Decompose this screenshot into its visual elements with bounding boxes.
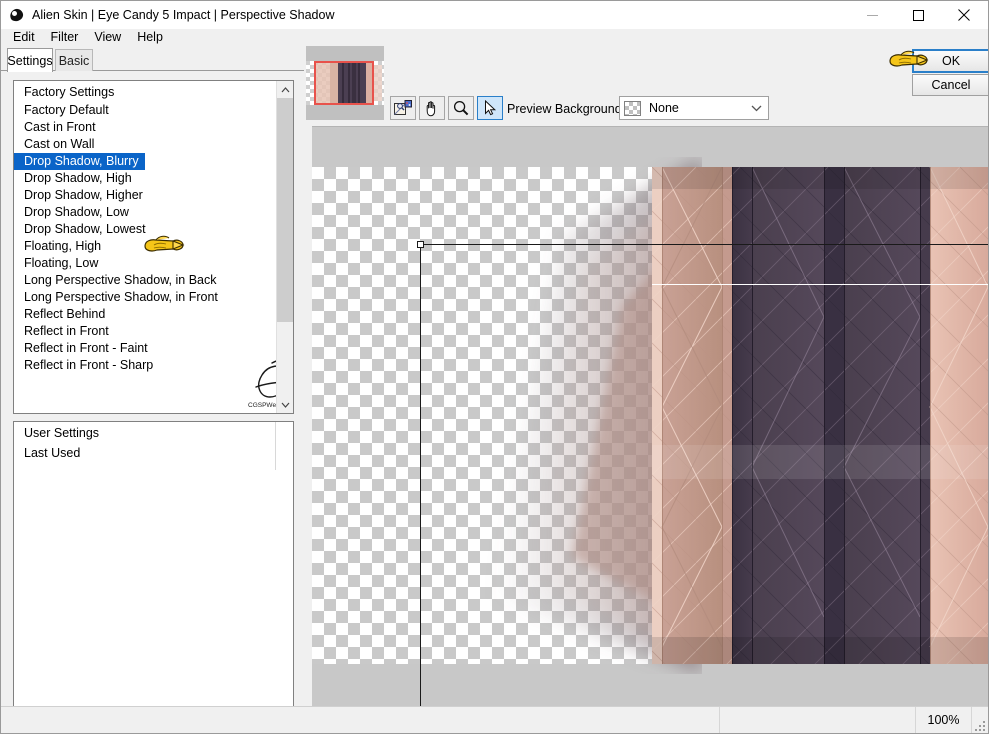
close-button[interactable] [941,1,987,29]
list-item[interactable]: Last Used [14,443,293,463]
alien-skin-logo-icon [8,7,25,23]
list-item[interactable]: Reflect Behind [14,306,276,323]
list-item-label: Cast in Front [24,120,96,134]
scrollbar-thumb[interactable] [277,98,293,322]
preview-background-value: None [649,101,679,115]
maximize-button[interactable] [895,1,941,29]
zoom-tool-icon[interactable] [448,96,474,120]
list-item-label: Reflect Behind [24,307,106,321]
list-item[interactable]: Drop Shadow, Lowest [14,221,276,238]
list-item[interactable]: Long Perspective Shadow, in Back [14,272,276,289]
preview-background-label: Preview Background: [507,102,626,116]
tab-basic[interactable]: Basic [55,49,93,71]
list-item[interactable]: Floating, High [14,238,276,255]
factory-settings-group-header: Factory Settings [24,85,115,99]
status-bar: 100% [1,706,988,733]
shadow-transform-bounding-box[interactable] [417,241,988,706]
user-settings-group-header: User Settings [24,426,100,440]
menu-bar: Edit Filter View Help [1,29,988,46]
hand-tool-icon[interactable] [419,96,445,120]
list-item[interactable]: Drop Shadow, Higher [14,187,276,204]
close-icon [958,9,970,21]
list-item-label: Drop Shadow, Higher [24,188,143,202]
list-item-label: Reflect in Front - Sharp [24,358,154,372]
list-item-label: Long Perspective Shadow, in Front [24,290,218,304]
user-settings-divider [275,422,276,470]
list-item[interactable]: Reflect in Front - Sharp [14,357,276,374]
maximize-icon [912,9,924,21]
list-item-selected[interactable]: Drop Shadow, Blurry [14,153,276,170]
list-item-label: Drop Shadow, Low [24,205,129,219]
list-item[interactable]: Floating, Low [14,255,276,272]
list-item[interactable]: Drop Shadow, High [14,170,276,187]
list-item[interactable]: Reflect in Front [14,323,276,340]
compare-preview-icon[interactable] [390,96,416,120]
tab-strip: Basic Settings [1,46,304,72]
preview-toolbar: Preview Background: None OK Cancel [304,46,988,126]
arrow-tool-icon[interactable] [477,96,503,120]
list-item-label: Long Perspective Shadow, in Back [24,273,217,287]
resize-grip-icon[interactable] [972,707,987,733]
list-item-label: Reflect in Front [24,324,109,338]
list-item[interactable]: Long Perspective Shadow, in Front [14,289,276,306]
zoom-level-indicator: 100% [916,707,972,733]
minimize-icon [866,14,878,16]
title-bar: Alien Skin | Eye Candy 5 Impact | Perspe… [1,1,988,29]
preview-background-select[interactable]: None [619,96,769,120]
minimize-button[interactable] [849,1,895,29]
list-item[interactable]: Cast in Front [14,119,276,136]
preview-canvas[interactable] [312,126,988,706]
transparency-checker-swatch-icon [624,100,641,116]
user-settings-list[interactable]: User Settings Last Used [13,421,294,709]
list-item[interactable]: Reflect in Front - Faint [14,340,276,357]
list-item-label: Cast on Wall [24,137,95,151]
cancel-button[interactable]: Cancel [912,74,988,96]
application-window: Alien Skin | Eye Candy 5 Impact | Perspe… [0,0,989,734]
list-item-label: Floating, High [24,239,102,253]
factory-settings-scroll-area: Factory Settings Factory Default Cast in… [14,81,276,413]
ok-button[interactable]: OK [912,49,988,73]
list-item-label: Drop Shadow, Lowest [24,222,146,236]
status-mid-cell [720,707,916,733]
chevron-down-icon[interactable] [277,396,293,413]
factory-settings-scrollbar[interactable] [276,81,293,413]
preview-panel: Preview Background: None OK Cancel [304,46,988,706]
menu-item-filter[interactable]: Filter [43,29,87,46]
list-item-label: Drop Shadow, Blurry [14,153,145,170]
chevron-up-icon[interactable] [277,81,293,98]
list-item[interactable]: Factory Default [14,102,276,119]
menu-item-view[interactable]: View [86,29,129,46]
list-item-label: Floating, Low [24,256,99,270]
chevron-down-icon[interactable] [751,104,762,115]
window-title: Alien Skin | Eye Candy 5 Impact | Perspe… [32,8,335,22]
list-item[interactable]: Drop Shadow, Low [14,204,276,221]
list-item[interactable]: Cast on Wall [14,136,276,153]
list-item-label: Drop Shadow, High [24,171,132,185]
transform-handle-top-left[interactable] [417,241,424,248]
factory-settings-list[interactable]: Factory Settings Factory Default Cast in… [13,80,294,414]
status-left-cell [1,707,720,733]
list-item-label: Last Used [24,446,81,460]
list-item-label: Reflect in Front - Faint [24,341,148,355]
menu-item-edit[interactable]: Edit [5,29,43,46]
list-item-label: Factory Default [24,103,109,117]
menu-item-help[interactable]: Help [129,29,171,46]
tab-settings[interactable]: Settings [7,48,53,72]
settings-panel: Basic Settings Factory Settings Factory … [1,46,304,733]
